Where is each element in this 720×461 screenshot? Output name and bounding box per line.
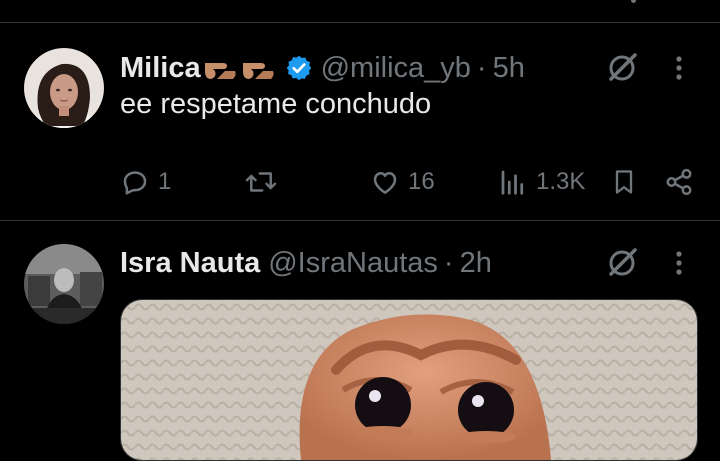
divider [0,22,720,23]
avatar-image [24,244,104,324]
author-handle[interactable]: @IsraNautas [268,247,438,280]
more-dot [631,0,636,3]
reply-icon [123,171,147,195]
separator: · [476,51,487,84]
heart-icon [373,172,397,194]
verified-badge-icon [285,54,313,82]
share-button[interactable] [664,162,694,202]
bookmark-icon [615,170,633,194]
avatar-image [24,48,104,128]
tweet-header: Isra Nauta @IsraNautas · 2h [120,243,492,283]
timestamp[interactable]: 5h [493,52,525,85]
bookmark-button[interactable] [610,162,638,202]
tweet-text: ee respetame conchudo [120,88,432,120]
reply-button[interactable]: 1 [120,162,171,202]
avatar-milica[interactable] [24,48,104,128]
divider [0,220,720,221]
like-count: 16 [408,168,435,195]
separator: · [443,246,454,279]
views-button[interactable]: 1.3K [498,162,585,202]
grok-icon[interactable] [602,48,642,88]
views-count: 1.3K [536,168,586,195]
retweet-icon [245,172,277,192]
author-name[interactable]: Milica [120,52,201,85]
reply-count: 1 [158,168,172,195]
pointing-finger-emoji [203,53,279,83]
media-photo [121,300,697,460]
views-chart-icon [501,170,524,195]
tweet-header: Milica @milica_yb · 5h [120,48,525,88]
previous-post-stub [0,0,720,22]
author-name[interactable]: Isra Nauta [120,247,260,280]
grok-icon[interactable] [602,243,642,283]
timestamp[interactable]: 2h [460,247,492,280]
more-options-icon[interactable] [664,243,694,283]
tweet-media-image[interactable] [120,299,698,461]
avatar-isra-nauta[interactable] [24,244,104,324]
author-handle[interactable]: @milica_yb [321,52,471,85]
action-bar: 1 16 1.3K [120,162,700,202]
retweet-button[interactable] [244,162,286,202]
like-button[interactable]: 16 [370,162,435,202]
share-icon [666,168,692,196]
more-options-icon[interactable] [664,48,694,88]
